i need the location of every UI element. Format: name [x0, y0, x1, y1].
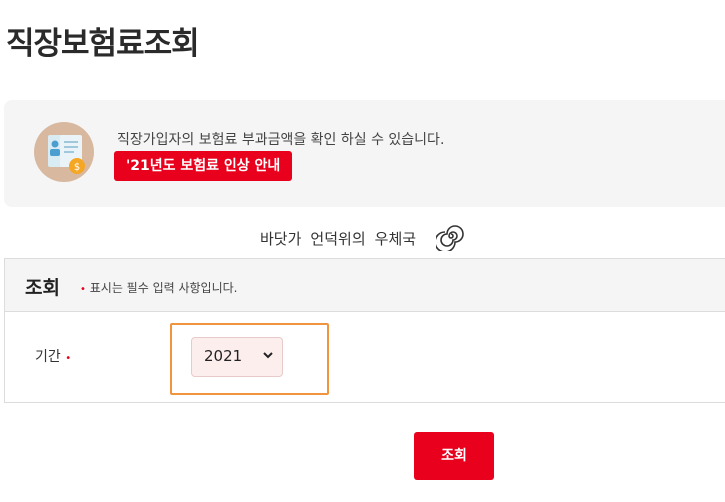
document-coin-icon: $ [34, 122, 94, 182]
required-dot: • [80, 284, 86, 295]
chevron-down-icon [263, 352, 273, 359]
svg-text:$: $ [74, 162, 80, 173]
search-form: 조회 • 표시는 필수 입력 사항입니다. 기간 • 2021 [4, 258, 725, 403]
rate-increase-notice-button[interactable]: '21년도 보험료 인상 안내 [114, 151, 293, 181]
period-year-select[interactable]: 2021 [191, 337, 283, 377]
search-button[interactable]: 조회 [414, 432, 494, 480]
period-label: 기간 • [35, 346, 71, 366]
period-required-dot: • [65, 353, 72, 364]
watermark-line1: 바닷가 언덕위의 우체국 [260, 230, 417, 248]
required-note-text: 표시는 필수 입력 사항입니다. [89, 281, 238, 295]
page-title: 직장보험료조회 [6, 26, 200, 62]
info-description: 직장가입자의 보험료 부과금액을 확인 하실 수 있습니다. [117, 132, 445, 148]
period-label-text: 기간 [35, 349, 61, 365]
info-panel: $ 직장가입자의 보험료 부과금액을 확인 하실 수 있습니다. '21년도 보… [4, 100, 725, 207]
form-title: 조회 [25, 277, 60, 299]
form-header: 조회 • 표시는 필수 입력 사항입니다. [5, 259, 725, 312]
period-year-value: 2021 [204, 347, 243, 365]
spiral-icon [436, 225, 464, 251]
required-note: • 표시는 필수 입력 사항입니다. [80, 279, 237, 296]
